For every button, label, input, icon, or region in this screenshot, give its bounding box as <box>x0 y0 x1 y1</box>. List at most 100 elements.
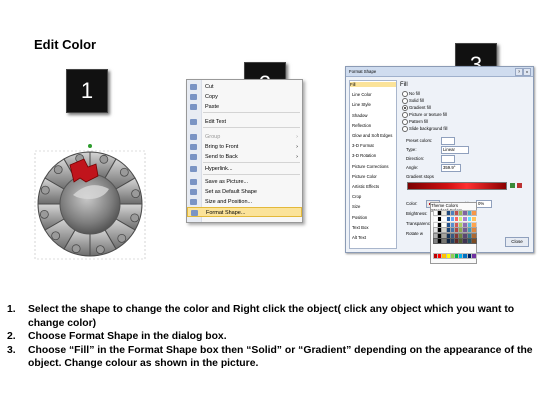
menu-item-label: Save as Picture... <box>205 179 249 185</box>
dialog-nav: Fill Line Color Line Style Shadow Reflection… <box>349 80 397 249</box>
puzzle-knob <box>53 165 63 175</box>
nav-item-alt-text[interactable]: Alt Text <box>352 235 366 240</box>
menu-item-send-to-back[interactable]: Send to Back › <box>187 152 302 162</box>
standard-color-swatch[interactable] <box>470 253 477 259</box>
dialog-close-icon[interactable]: x <box>523 68 531 76</box>
fill-option-label: No fill <box>409 90 420 96</box>
fill-option-label: Picture or texture fill <box>409 111 447 117</box>
menu-item-size-and-position[interactable]: Size and Position... <box>187 197 302 207</box>
remove-stop-icon[interactable] <box>517 183 522 188</box>
puzzle-knob <box>95 245 105 255</box>
puzzle-knob <box>131 189 141 199</box>
menu-item-save-as-picture[interactable]: Save as Picture... <box>187 177 302 187</box>
theme-shade-swatch[interactable] <box>470 238 477 244</box>
nav-item-size[interactable]: Size <box>352 204 360 209</box>
step-text: Choose “Fill” in the Format Shape box th… <box>28 344 533 370</box>
angle-value: 359.9° <box>443 165 456 170</box>
menu-item-label: Size and Position... <box>205 199 253 205</box>
menu-item-hyperlink[interactable]: Hyperlink... <box>187 164 302 174</box>
nav-item-picture-corrections[interactable]: Picture Corrections <box>352 164 389 169</box>
fill-option-label: Solid fill <box>409 97 424 103</box>
color-label: Color: <box>406 201 418 206</box>
menu-item-group[interactable]: Group › <box>187 132 302 142</box>
fill-option-radio[interactable] <box>402 98 408 104</box>
fill-option-radio[interactable] <box>402 112 408 118</box>
puzzle-wheel-graphic[interactable] <box>33 137 151 261</box>
menu-item-paste[interactable]: Paste <box>187 102 302 112</box>
position-field[interactable]: 0% <box>476 200 492 208</box>
step-text: Choose Format Shape in the dialog box. <box>28 331 227 342</box>
preset-colors-dropdown[interactable] <box>441 137 455 145</box>
menu-item-copy[interactable]: Copy <box>187 92 302 102</box>
fill-option-radio[interactable] <box>402 119 408 125</box>
fill-option-radio[interactable] <box>402 126 408 132</box>
angle-field[interactable]: 359.9° <box>441 164 461 172</box>
nav-item-picture-color[interactable]: Picture Color <box>352 174 377 179</box>
hyperlink-icon <box>190 166 197 172</box>
nav-item-position[interactable]: Position <box>352 215 367 220</box>
puzzle-knob <box>119 167 129 177</box>
step-badge-1: 1 <box>66 69 108 113</box>
menu-item-bring-to-front[interactable]: Bring to Front › <box>187 142 302 152</box>
puzzle-knob <box>51 231 61 241</box>
submenu-arrow-icon: › <box>296 154 298 160</box>
puzzle-knob <box>117 233 127 243</box>
type-value: Linear <box>443 147 455 152</box>
nav-item-3-d-format[interactable]: 3-D Format <box>352 143 374 148</box>
nav-item-artistic-effects[interactable]: Artistic Effects <box>352 184 379 189</box>
edit-text-icon <box>190 119 197 125</box>
nav-item-line-style[interactable]: Line Style <box>352 102 371 107</box>
type-label: Type: <box>406 147 417 152</box>
bring-front-icon <box>190 144 197 150</box>
brightness-label: Brightness: <box>406 211 428 216</box>
direction-label: Direction: <box>406 156 425 161</box>
page-title: Edit Color <box>34 37 97 52</box>
menu-item-set-as-default-shape[interactable]: Set as Default Shape <box>187 187 302 197</box>
menu-item-label: Bring to Front <box>205 144 239 150</box>
menu-item-label: Hyperlink... <box>205 166 233 172</box>
nav-item-shadow[interactable]: Shadow <box>352 113 368 118</box>
fill-option-label: Slide background fill <box>409 125 448 131</box>
menu-separator <box>203 127 300 128</box>
menu-separator <box>203 162 300 163</box>
dialog-titlebar: Format Shape ? x <box>346 67 533 77</box>
rotate-label: Rotate w <box>406 231 423 236</box>
nav-item-crop[interactable]: Crop <box>352 194 361 199</box>
fill-option-radio[interactable] <box>402 105 408 111</box>
menu-item-label: Format Shape... <box>206 210 246 216</box>
close-button[interactable]: Close <box>505 237 529 247</box>
step-number: 2. <box>7 331 16 342</box>
nav-item-line-color[interactable]: Line Color <box>352 92 372 97</box>
add-stop-icon[interactable] <box>510 183 515 188</box>
format-shape-icon <box>191 210 198 216</box>
nav-item-glow-and-soft-edges[interactable]: Glow and Soft Edges <box>352 133 392 138</box>
puzzle-knob <box>40 185 50 195</box>
menu-item-label: Group <box>205 134 221 140</box>
nav-item-fill[interactable]: Fill <box>350 82 396 87</box>
gradient-stops-bar[interactable] <box>407 182 507 190</box>
cut-icon <box>190 84 197 90</box>
type-dropdown[interactable]: Linear <box>441 146 469 154</box>
direction-dropdown[interactable] <box>441 155 455 163</box>
fill-option-radio[interactable] <box>402 91 408 97</box>
fill-option-label: Gradient fill <box>409 104 431 110</box>
menu-separator <box>203 112 300 113</box>
puzzle-knob <box>99 154 109 164</box>
step-number: 1. <box>7 304 16 315</box>
menu-item-label: Copy <box>205 94 218 100</box>
nav-item-3-d-rotation[interactable]: 3-D Rotation <box>352 153 376 158</box>
nav-item-reflection[interactable]: Reflection <box>352 123 371 128</box>
send-back-icon <box>190 154 197 160</box>
menu-item-edit-text[interactable]: Edit Text <box>187 117 302 127</box>
menu-item-format-shape[interactable]: Format Shape... <box>187 207 302 217</box>
instruction-list: 1. Select the shape to change the color a… <box>7 303 552 371</box>
instruction-step: 1. Select the shape to change the color a… <box>7 303 552 330</box>
submenu-arrow-icon: › <box>296 134 298 140</box>
paste-icon <box>190 104 197 110</box>
help-button[interactable]: ? <box>515 68 523 76</box>
menu-separator <box>203 174 300 175</box>
menu-item-cut[interactable]: Cut <box>187 82 302 92</box>
nav-item-text-box[interactable]: Text Box <box>352 225 368 230</box>
default-shape-icon <box>190 189 197 195</box>
size-position-icon <box>190 199 197 205</box>
